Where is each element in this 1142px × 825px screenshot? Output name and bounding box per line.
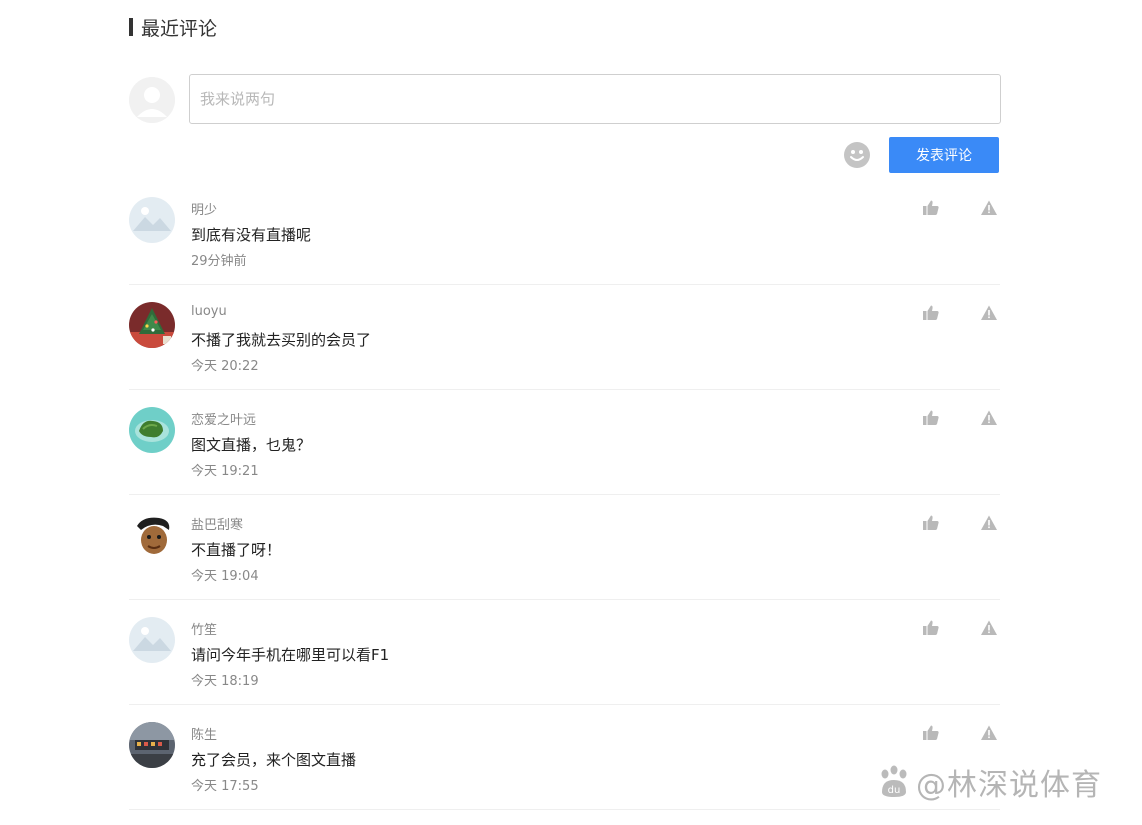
comment-username[interactable]: luoyu <box>191 304 227 319</box>
comment-text: 请问今年手机在哪里可以看F1 <box>191 646 390 664</box>
warning-icon <box>981 515 997 530</box>
comment-username[interactable]: 盐巴刮寒 <box>191 514 243 533</box>
comment-time: 今天 19:21 <box>191 464 259 479</box>
svg-text:du: du <box>888 785 901 796</box>
like-button[interactable] <box>922 409 940 427</box>
comment-username[interactable]: 陈生 <box>191 724 217 743</box>
thumbs-up-icon <box>923 515 939 530</box>
report-button[interactable] <box>980 304 998 322</box>
comment-time: 今天 19:04 <box>191 569 259 584</box>
thumbs-up-icon <box>923 620 939 635</box>
report-button[interactable] <box>980 724 998 742</box>
cartoon-face-avatar[interactable] <box>129 512 175 558</box>
comment-time: 今天 17:55 <box>191 779 259 794</box>
placeholder-mountain-avatar[interactable] <box>129 197 175 243</box>
comment-item: 陈生 充了会员，来个图文直播 今天 17:55 <box>129 705 1000 810</box>
comment-item: 竹笙 请问今年手机在哪里可以看F1 今天 18:19 <box>129 600 1000 705</box>
comment-item: 恋爱之叶远 图文直播，乜鬼？ 今天 19:21 <box>129 390 1000 495</box>
warning-icon <box>981 410 997 425</box>
submit-comment-button[interactable]: 发表评论 <box>889 137 999 173</box>
comment-text: 图文直播，乜鬼？ <box>191 436 312 454</box>
comment-item: luoyu 不播了我就去买别的会员了 今天 20:22 <box>129 285 1000 390</box>
comment-text: 不直播了呀！ <box>191 541 282 559</box>
section-title: 最近评论 <box>129 14 217 40</box>
section-title-text: 最近评论 <box>141 17 218 40</box>
smiley-icon <box>844 142 870 168</box>
title-accent-bar <box>129 18 133 36</box>
report-button[interactable] <box>980 199 998 217</box>
default-user-icon <box>129 77 175 123</box>
warning-icon <box>981 725 997 740</box>
comment-time: 29分钟前 <box>191 254 247 269</box>
comment-time: 今天 18:19 <box>191 674 259 689</box>
placeholder-mountain-avatar[interactable] <box>129 617 175 663</box>
comment-item: 明少 到底有没有直播呢 29分钟前 <box>129 180 1000 285</box>
like-button[interactable] <box>922 304 940 322</box>
report-button[interactable] <box>980 514 998 532</box>
comment-item: 盐巴刮寒 不直播了呀！ 今天 19:04 <box>129 495 1000 600</box>
street-photo-avatar[interactable] <box>129 722 175 768</box>
warning-icon <box>981 305 997 320</box>
thumbs-up-icon <box>923 725 939 740</box>
comment-text: 充了会员，来个图文直播 <box>191 751 357 769</box>
comment-text: 不播了我就去买别的会员了 <box>191 331 372 349</box>
comment-username[interactable]: 恋爱之叶远 <box>191 409 256 428</box>
page: 最近评论 发表评论 明少 到底 <box>0 0 1142 825</box>
watermark: du @林深说体育 <box>876 760 1102 804</box>
island-avatar[interactable] <box>129 407 175 453</box>
like-button[interactable] <box>922 619 940 637</box>
comment-list: 明少 到底有没有直播呢 29分钟前 luoyu 不播了我就去买别的会员了 今天 … <box>129 180 1000 810</box>
current-user-avatar <box>129 77 175 123</box>
warning-icon <box>981 200 997 215</box>
comment-username[interactable]: 竹笙 <box>191 619 217 638</box>
christmas-tree-avatar[interactable] <box>129 302 175 348</box>
like-button[interactable] <box>922 724 940 742</box>
emoji-button[interactable] <box>843 141 871 169</box>
comment-text: 到底有没有直播呢 <box>191 226 312 244</box>
watermark-text: @林深说体育 <box>916 768 1102 803</box>
comment-input[interactable] <box>189 74 1001 124</box>
comment-username[interactable]: 明少 <box>191 199 217 218</box>
like-button[interactable] <box>922 199 940 217</box>
thumbs-up-icon <box>923 305 939 320</box>
baidu-paw-icon: du <box>881 765 907 797</box>
comment-time: 今天 20:22 <box>191 359 259 374</box>
report-button[interactable] <box>980 409 998 427</box>
report-button[interactable] <box>980 619 998 637</box>
thumbs-up-icon <box>923 410 939 425</box>
warning-icon <box>981 620 997 635</box>
thumbs-up-icon <box>923 200 939 215</box>
like-button[interactable] <box>922 514 940 532</box>
